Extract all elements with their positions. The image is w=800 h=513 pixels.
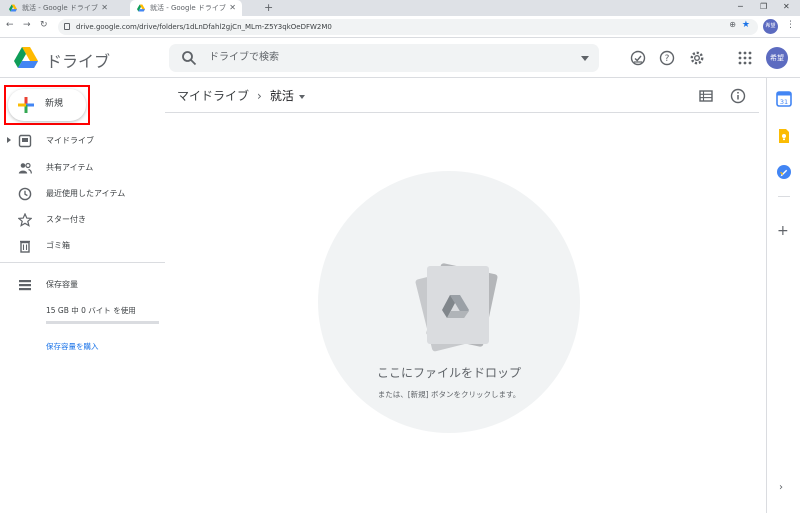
sidebar-item-recent[interactable]: 最近使用したアイテム xyxy=(0,183,165,205)
sidebar-item-storage[interactable]: 保存容量 xyxy=(0,274,165,296)
app-header: ドライブ ドライブで検索 ? 希望 xyxy=(0,38,800,78)
bookmark-star-icon[interactable]: ★ xyxy=(742,20,750,30)
drive-logo-icon[interactable] xyxy=(14,47,38,68)
url-text: drive.google.com/drive/folders/1dLnDfahl… xyxy=(76,23,332,31)
side-panel: 31 + › xyxy=(766,78,800,513)
lock-icon xyxy=(64,23,70,30)
svg-text:?: ? xyxy=(665,54,670,64)
tab-title: 就活 - Google ドライブ xyxy=(150,4,226,12)
offline-ready-icon[interactable] xyxy=(630,50,646,66)
new-button-label: 新規 xyxy=(45,99,64,109)
browser-tab[interactable]: 就活 - Google ドライブ ✕ xyxy=(2,0,114,16)
breadcrumb: マイドライブ › 就活 xyxy=(177,87,305,105)
expand-panel-chevron-icon[interactable]: › xyxy=(779,482,783,493)
apps-grid-icon[interactable] xyxy=(737,50,753,66)
side-panel-divider xyxy=(778,196,790,197)
drive-favicon-icon xyxy=(9,4,17,12)
star-icon xyxy=(18,213,32,227)
search-box[interactable]: ドライブで検索 xyxy=(169,44,599,72)
sidebar-item-trash[interactable]: ゴミ箱 xyxy=(0,235,165,257)
breadcrumb-root[interactable]: マイドライブ xyxy=(177,89,249,103)
back-icon[interactable]: ← xyxy=(6,20,14,30)
browser-menu-icon[interactable]: ⋮ xyxy=(786,20,795,30)
tasks-icon[interactable] xyxy=(776,164,792,180)
reload-icon[interactable]: ↻ xyxy=(40,20,48,30)
address-bar[interactable]: drive.google.com/drive/folders/1dLnDfahl… xyxy=(58,19,758,35)
forward-icon[interactable]: → xyxy=(23,20,31,30)
drive-favicon-icon xyxy=(137,4,145,12)
tab-title: 就活 - Google ドライブ xyxy=(22,4,98,12)
browser-tab-strip: 就活 - Google ドライブ ✕ 就活 - Google ドライブ ✕ + … xyxy=(0,0,800,16)
sidebar-item-shared[interactable]: 共有アイテム xyxy=(0,157,165,179)
calendar-icon[interactable]: 31 xyxy=(776,91,792,107)
storage-usage-text: 15 GB 中 0 バイト を使用 xyxy=(46,306,136,315)
window-close-icon[interactable]: ✕ xyxy=(783,0,790,14)
settings-gear-icon[interactable] xyxy=(689,50,705,66)
account-avatar[interactable]: 希望 xyxy=(766,47,788,69)
help-icon[interactable]: ? xyxy=(659,50,675,66)
sidebar-item-label: 共有アイテム xyxy=(46,163,94,172)
sidebar-item-my-drive[interactable]: マイドライブ xyxy=(0,130,165,152)
shared-icon xyxy=(18,162,32,174)
sidebar-item-label: スター付き xyxy=(46,215,86,224)
storage-progress-bar xyxy=(46,321,159,324)
drop-files-illustration-icon xyxy=(415,263,498,352)
expand-caret-icon[interactable] xyxy=(7,137,11,143)
browser-profile-avatar[interactable]: 希望 xyxy=(763,19,778,34)
recent-icon xyxy=(18,187,32,201)
search-input[interactable]: ドライブで検索 xyxy=(209,44,279,72)
browser-tab-active[interactable]: 就活 - Google ドライブ ✕ xyxy=(130,0,242,16)
minimize-icon[interactable]: ─ xyxy=(738,0,743,14)
storage-icon xyxy=(19,280,31,291)
app-name[interactable]: ドライブ xyxy=(46,48,110,72)
breadcrumb-current-folder[interactable]: 就活 xyxy=(270,89,294,103)
sidebar-item-label: 保存容量 xyxy=(46,280,78,289)
restore-icon[interactable]: ❐ xyxy=(760,0,767,14)
drop-zone-title: ここにファイルをドロップ xyxy=(376,366,521,380)
list-view-icon[interactable] xyxy=(698,88,714,104)
search-options-icon[interactable] xyxy=(581,56,589,61)
breadcrumb-separator: › xyxy=(257,89,262,103)
main-divider xyxy=(165,112,759,113)
trash-icon xyxy=(20,240,30,253)
buy-storage-link[interactable]: 保存容量を購入 xyxy=(46,341,99,352)
drop-zone-subtitle: または、[新規] ボタンをクリックします。 xyxy=(377,390,521,399)
close-tab-icon[interactable]: ✕ xyxy=(229,0,236,16)
sidebar-item-label: 最近使用したアイテム xyxy=(46,189,126,198)
get-addons-plus-icon[interactable]: + xyxy=(777,224,789,238)
svg-text:31: 31 xyxy=(780,98,788,106)
my-drive-icon xyxy=(18,134,32,148)
search-icon[interactable] xyxy=(181,50,197,66)
details-info-icon[interactable] xyxy=(730,88,746,104)
close-tab-icon[interactable]: ✕ xyxy=(101,0,108,16)
folder-menu-icon[interactable] xyxy=(298,94,305,99)
plus-icon xyxy=(18,97,34,113)
new-button[interactable]: 新規 xyxy=(8,89,86,121)
sidebar-divider xyxy=(0,262,165,263)
keep-icon[interactable] xyxy=(776,128,792,144)
sidebar-item-starred[interactable]: スター付き xyxy=(0,209,165,231)
sidebar-item-label: ゴミ箱 xyxy=(46,241,70,250)
browser-toolbar: ← → ↻ drive.google.com/drive/folders/1dL… xyxy=(0,16,800,38)
new-tab-button[interactable]: + xyxy=(264,0,273,16)
zoom-icon[interactable]: ⊕ xyxy=(729,20,736,29)
sidebar-item-label: マイドライブ xyxy=(46,136,94,145)
